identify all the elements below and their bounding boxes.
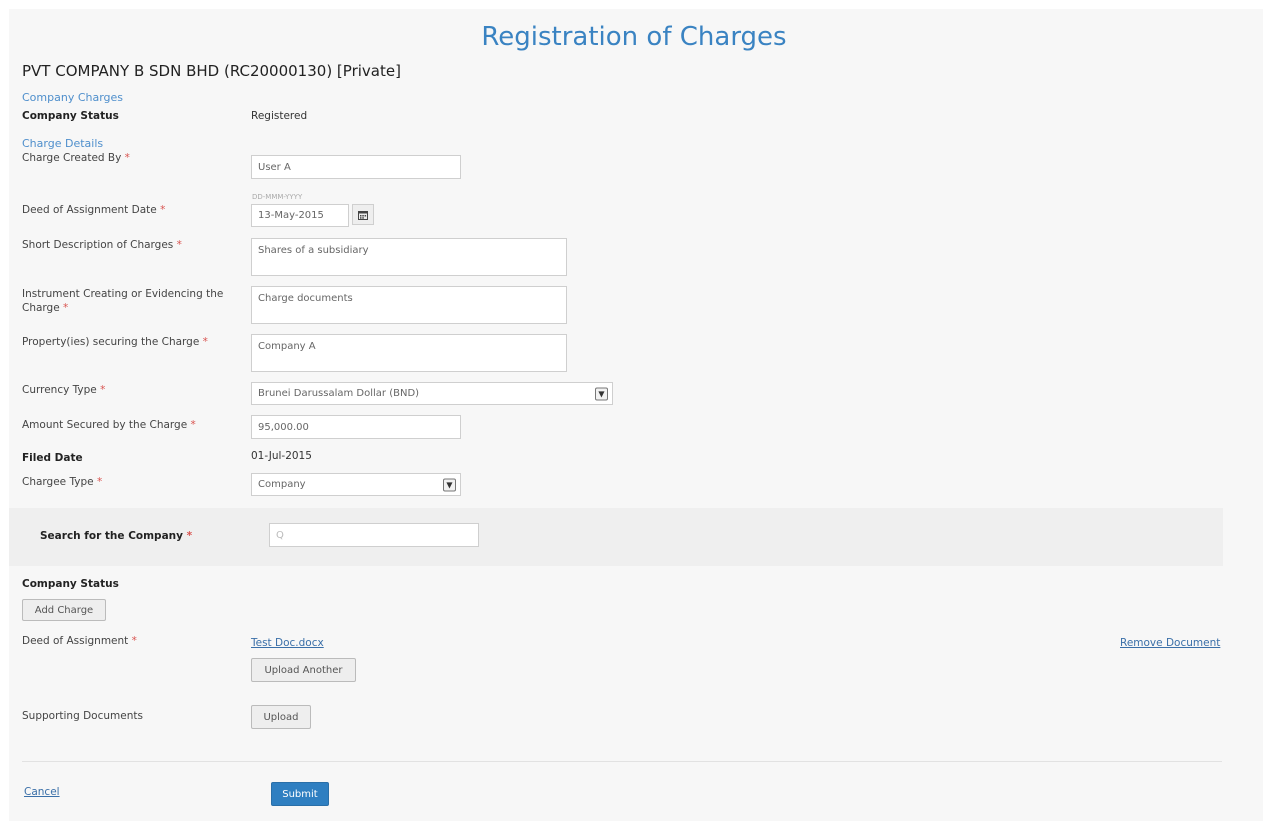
company-heading: PVT COMPANY B SDN BHD (RC20000130) [Priv… (22, 62, 401, 80)
chargee-type-select[interactable]: Company ▼ (251, 473, 461, 496)
divider (22, 761, 1222, 762)
cancel-link[interactable]: Cancel (24, 786, 60, 798)
amount-input[interactable]: 95,000.00 (251, 415, 461, 439)
deed-date-label: Deed of Assignment Date * (22, 204, 166, 216)
submit-button[interactable]: Submit (271, 782, 329, 806)
add-charge-button[interactable]: Add Charge (22, 599, 106, 621)
remove-document-link[interactable]: Remove Document (1120, 637, 1220, 649)
company-status-value: Registered (251, 110, 308, 122)
property-label: Property(ies) securing the Charge * (22, 336, 208, 348)
filed-date-label: Filed Date (22, 452, 83, 464)
short-description-label: Short Description of Charges * (22, 239, 182, 251)
date-format-hint: DD-MMM-YYYY (252, 193, 303, 201)
page-title: Registration of Charges (481, 22, 787, 52)
deed-assignment-label: Deed of Assignment * (22, 635, 137, 647)
charge-created-by-input[interactable]: User A (251, 155, 461, 179)
instrument-label: Instrument Creating or Evidencing the Ch… (22, 288, 224, 314)
chevron-down-icon: ▼ (443, 478, 456, 491)
deed-file-link[interactable]: Test Doc.docx (251, 637, 324, 649)
chargee-type-label: Chargee Type * (22, 476, 103, 488)
search-company-input[interactable]: Q (269, 523, 479, 547)
upload-button[interactable]: Upload (251, 705, 311, 729)
calendar-button[interactable] (352, 204, 374, 225)
search-icon: Q (276, 529, 284, 541)
property-textarea[interactable]: Company A (251, 334, 567, 372)
deed-date-input[interactable]: 13-May-2015 (251, 204, 349, 227)
instrument-textarea[interactable]: Charge documents (251, 286, 567, 324)
supporting-documents-label: Supporting Documents (22, 710, 143, 722)
calendar-icon (358, 210, 368, 220)
section-company-charges[interactable]: Company Charges (22, 91, 123, 104)
section-charge-details[interactable]: Charge Details (22, 137, 103, 150)
currency-label: Currency Type * (22, 384, 106, 396)
company-status-heading: Company Status (22, 578, 119, 590)
company-status-label: Company Status (22, 110, 119, 122)
upload-another-button[interactable]: Upload Another (251, 658, 356, 682)
chevron-down-icon: ▼ (595, 387, 608, 400)
filed-date-value: 01-Jul-2015 (251, 450, 312, 462)
search-company-label: Search for the Company * (40, 530, 193, 542)
currency-select[interactable]: Brunei Darussalam Dollar (BND) ▼ (251, 382, 613, 405)
form-panel (9, 9, 1263, 821)
amount-label: Amount Secured by the Charge * (22, 419, 196, 431)
short-description-textarea[interactable]: Shares of a subsidiary (251, 238, 567, 276)
charge-created-by-label: Charge Created By * (22, 152, 130, 164)
